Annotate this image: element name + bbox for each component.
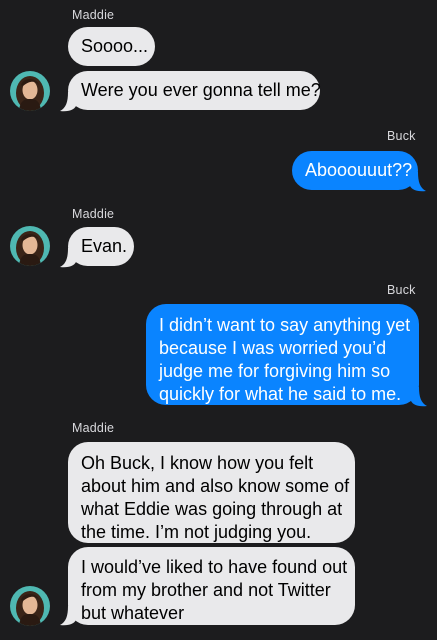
- message-text-line: quickly for what he said to me.: [159, 384, 402, 404]
- contact-avatar[interactable]: [10, 586, 50, 626]
- message-text: Soooo...: [81, 36, 149, 56]
- message-bubble-incoming[interactable]: Oh Buck, I know how you felt about him a…: [68, 442, 355, 543]
- message-text-line: I didn’t want to say anything yet: [159, 315, 411, 335]
- avatar-portrait-icon: [10, 71, 50, 111]
- message-text-line: the time. I’m not judging you.: [81, 522, 312, 542]
- avatar-portrait-icon: [10, 226, 50, 266]
- message-bubble-incoming[interactable]: Soooo...: [68, 27, 155, 66]
- avatar-portrait-icon: [10, 586, 50, 626]
- sender-name: Maddie: [72, 8, 115, 22]
- message-text-line: about him and also know some of: [81, 476, 350, 496]
- message-bubble-outgoing[interactable]: I didn’t want to say anything yet becaus…: [146, 304, 419, 405]
- message-text: Evan.: [81, 236, 128, 256]
- message-text-line: Oh Buck, I know how you felt: [81, 453, 314, 473]
- message-text: Abooouuut??: [305, 160, 413, 180]
- contact-avatar[interactable]: [10, 71, 50, 111]
- message-text-line: because I was worried you’d: [159, 338, 387, 358]
- sender-name: Buck: [387, 283, 416, 297]
- message-bubble-outgoing[interactable]: Abooouuut??: [292, 151, 418, 190]
- message-text-line: I would’ve liked to have found out: [81, 557, 348, 577]
- bubble-tail: [60, 606, 76, 626]
- sender-name: Maddie: [72, 207, 115, 221]
- message-bubble-incoming[interactable]: I would’ve liked to have found out from …: [68, 547, 355, 625]
- sender-name: Maddie: [72, 421, 115, 435]
- message-text-line: judge me for forgiving him so: [159, 361, 391, 381]
- message-text: Were you ever gonna tell me?: [81, 80, 321, 100]
- bubble-tail: [411, 387, 427, 407]
- message-text-line: but whatever: [81, 603, 185, 623]
- message-text-line: what Eddie was going through at: [81, 499, 343, 519]
- bubble-tail: [60, 248, 76, 268]
- bubble-tail: [60, 92, 76, 112]
- message-text-line: from my brother and not Twitter: [81, 580, 331, 600]
- message-bubble-incoming[interactable]: Were you ever gonna tell me?: [68, 71, 321, 110]
- sender-name: Buck: [387, 129, 416, 143]
- bubble-tail: [410, 172, 426, 192]
- contact-avatar[interactable]: [10, 226, 50, 266]
